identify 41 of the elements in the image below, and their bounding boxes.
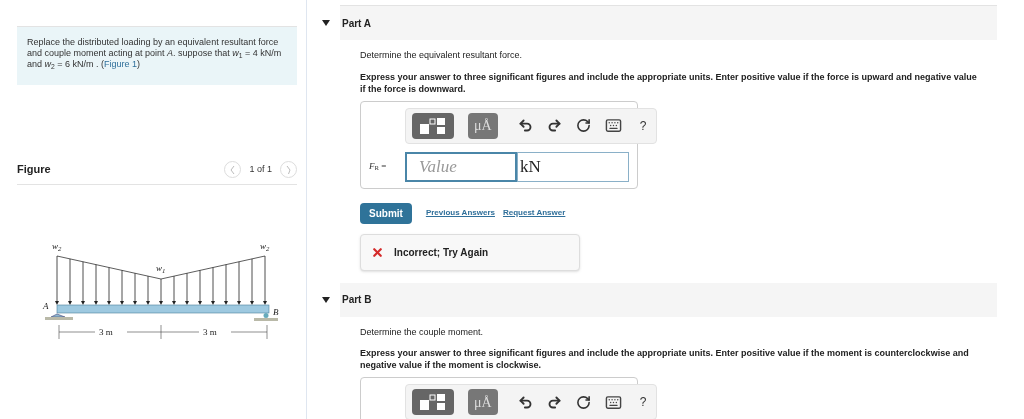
part-instructions: Express your answer to three significant figures and include the appropriate units. Enter positive value if the force is upward and negative value if the force is downward. xyxy=(360,70,978,95)
redo-icon[interactable] xyxy=(546,118,562,133)
part-prompt: Determine the equivalent resultant force. xyxy=(360,49,524,62)
unit-field[interactable]: kN xyxy=(517,151,629,182)
help-button[interactable]: ? xyxy=(635,393,651,411)
units-button[interactable]: μÅ xyxy=(468,389,498,415)
help-button[interactable]: ? xyxy=(635,116,651,135)
chevron-left-icon xyxy=(230,165,236,174)
part-prompt: Determine the couple moment. xyxy=(360,325,485,339)
redo-icon[interactable] xyxy=(546,394,562,410)
part-instructions: Express your answer to three significant figures and include the appropriate units. Enter positive value if the moment is counterclockwise and negative value if the moment is clockwise. xyxy=(360,347,970,371)
figure-pager: 1 of 1 xyxy=(249,162,272,176)
answer-label: F$_{R}$ = xyxy=(369,159,388,174)
chevron-right-icon xyxy=(286,165,291,174)
units-button[interactable]: μÅ xyxy=(468,112,498,139)
answer-link[interactable]: Request Answer xyxy=(502,207,566,219)
point-label: B xyxy=(273,307,279,317)
span-label: 3 m xyxy=(203,327,217,337)
cross-icon xyxy=(371,245,384,259)
undo-icon[interactable] xyxy=(517,118,533,133)
undo-icon[interactable] xyxy=(517,394,533,410)
feedback-text: Incorrect; Try Again xyxy=(394,245,489,260)
value-field[interactable]: Value xyxy=(405,151,517,182)
template-icon xyxy=(420,117,446,134)
submit-button[interactable]: Submit xyxy=(360,202,412,224)
problem-text: Replace the distributed loading by an equivalent resultant force and couple moment acting at point A. suppose that w$_{1}$ = 4 kN/m and w$_{2}$ = 6 kN/m . (Figure 1) xyxy=(27,37,283,70)
answer-link[interactable]: Previous Answers xyxy=(425,207,495,219)
roller-support-drawing xyxy=(254,313,278,321)
template-icon xyxy=(420,394,446,410)
keyboard-icon[interactable] xyxy=(604,393,622,411)
span-label: 3 m xyxy=(99,327,113,337)
keyboard-icon[interactable] xyxy=(604,117,622,134)
part-title: Part B xyxy=(342,293,372,307)
reset-icon[interactable] xyxy=(575,394,591,410)
point-label: A xyxy=(43,301,49,311)
figure-title: Figure xyxy=(17,162,51,178)
template-button[interactable] xyxy=(412,112,454,139)
pin-support-drawing xyxy=(45,313,73,320)
part-title: Part A xyxy=(342,16,372,31)
reset-icon[interactable] xyxy=(575,118,591,133)
template-button[interactable] xyxy=(412,389,454,415)
